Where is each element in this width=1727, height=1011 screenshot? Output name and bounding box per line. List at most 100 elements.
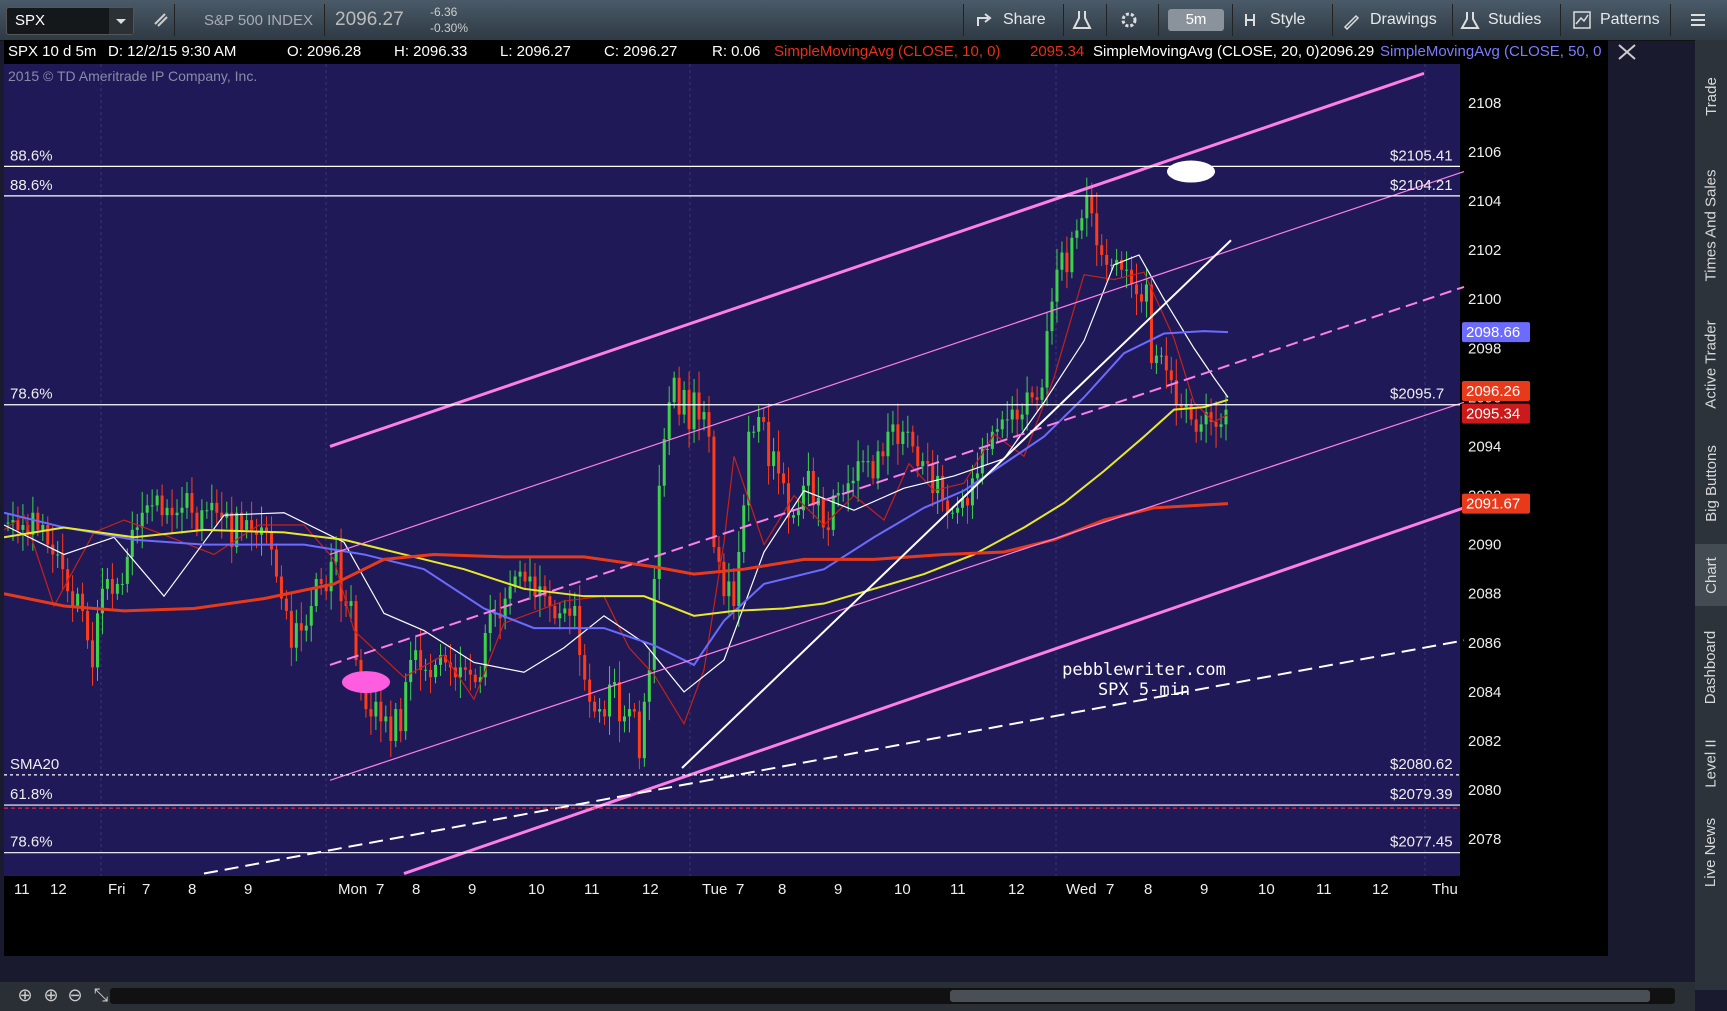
candle-body bbox=[707, 412, 711, 437]
candle-body bbox=[667, 402, 671, 440]
candle-body bbox=[76, 593, 80, 606]
chart-title: SPX 10 d 5m bbox=[8, 43, 97, 60]
candle-body bbox=[384, 716, 388, 722]
tab-dashboard[interactable]: Dashboard bbox=[1695, 612, 1727, 722]
candle-body bbox=[1040, 387, 1044, 400]
tab-level-ii[interactable]: Level II bbox=[1695, 728, 1727, 798]
candle-body bbox=[46, 525, 50, 545]
candle-body bbox=[1149, 284, 1153, 363]
flask-icon[interactable] bbox=[1072, 6, 1092, 34]
candle-body bbox=[975, 473, 979, 479]
watermark-line2: SPX 5-min bbox=[1097, 680, 1191, 700]
candle-body bbox=[404, 682, 408, 732]
candle-body bbox=[1010, 409, 1014, 420]
zoom-out-icon[interactable]: ⊖ bbox=[64, 985, 86, 1007]
candle-body bbox=[767, 421, 771, 467]
candle-body bbox=[1050, 301, 1054, 332]
candle-body bbox=[170, 507, 174, 516]
tab-big-buttons[interactable]: Big Buttons bbox=[1695, 428, 1727, 538]
menu-icon[interactable] bbox=[1688, 6, 1708, 34]
tab-live-news[interactable]: Live News bbox=[1695, 804, 1727, 900]
patterns-icon bbox=[1573, 11, 1591, 29]
drawings-button[interactable]: Drawings bbox=[1342, 6, 1437, 34]
scrollbar-thumb[interactable] bbox=[950, 990, 1650, 1002]
x-tick-label: 12 bbox=[1008, 881, 1025, 898]
candle-body bbox=[1189, 404, 1193, 420]
candle-body bbox=[309, 606, 313, 626]
pan-icon[interactable]: ⤡ bbox=[90, 985, 112, 1007]
zoom-icon[interactable]: ⊕ bbox=[40, 985, 62, 1007]
candle-body bbox=[657, 485, 661, 579]
price-badge-label: 2091.67 bbox=[1466, 496, 1520, 513]
chevron-down-icon[interactable] bbox=[109, 8, 133, 34]
style-button[interactable]: Style bbox=[1242, 6, 1306, 34]
candle-body bbox=[911, 431, 915, 447]
candle-body bbox=[245, 520, 249, 530]
candle-body bbox=[553, 606, 557, 619]
link-icon[interactable] bbox=[150, 6, 172, 34]
candle-body bbox=[389, 716, 393, 741]
candle-body bbox=[1080, 218, 1084, 231]
candle-body bbox=[1095, 213, 1099, 246]
horizontal-scrollbar[interactable] bbox=[110, 988, 1675, 1004]
sma10-label: SimpleMovingAvg (CLOSE, 10, 0) bbox=[774, 43, 1001, 60]
x-tick-label: Mon bbox=[338, 881, 367, 898]
sma50-label: SimpleMovingAvg (CLOSE, 50, 0) bbox=[1380, 43, 1602, 60]
x-tick-label: Thu bbox=[1432, 881, 1458, 898]
tab-active-trader[interactable]: Active Trader bbox=[1695, 306, 1727, 422]
candle-body bbox=[61, 554, 65, 570]
candle-body bbox=[473, 674, 477, 683]
price-chart[interactable]: 2078208020822084208620882090209220942096… bbox=[4, 64, 1608, 956]
price-badge-label: 2096.26 bbox=[1466, 383, 1520, 400]
candle-body bbox=[71, 591, 75, 606]
pencil-icon bbox=[1343, 14, 1360, 30]
studies-button[interactable]: Studies bbox=[1460, 6, 1541, 34]
candle-body bbox=[409, 660, 413, 683]
candle-body bbox=[1105, 255, 1109, 265]
y-tick-label: 2084 bbox=[1468, 684, 1501, 701]
candle-body bbox=[1139, 294, 1143, 302]
candle-body bbox=[289, 610, 293, 648]
candle-body bbox=[568, 608, 572, 616]
patterns-button[interactable]: Patterns bbox=[1572, 6, 1660, 34]
y-tick-label: 2090 bbox=[1468, 537, 1501, 554]
candle-body bbox=[319, 579, 323, 584]
tab-times-and-sales[interactable]: Times And Sales bbox=[1695, 150, 1727, 300]
info-bar: SPX 10 d 5m D: 12/2/15 9:30 AM O: 2096.2… bbox=[4, 40, 1608, 64]
candle-body bbox=[891, 424, 895, 432]
candle-body bbox=[145, 505, 149, 513]
candle-body bbox=[130, 529, 134, 557]
candle-body bbox=[190, 493, 194, 513]
candle-body bbox=[1154, 355, 1158, 363]
candle-body bbox=[110, 579, 114, 594]
candle-body bbox=[165, 507, 169, 516]
candle-body bbox=[1085, 196, 1089, 219]
candle-body bbox=[896, 424, 900, 444]
candle-body bbox=[6, 522, 10, 524]
share-button[interactable]: Share bbox=[975, 6, 1046, 34]
candle-body bbox=[240, 512, 244, 530]
candle-body bbox=[1224, 409, 1228, 425]
y-tick-label: 2086 bbox=[1468, 635, 1501, 652]
x-tick-label: 9 bbox=[468, 881, 476, 898]
candle-body bbox=[1065, 252, 1069, 273]
candle-body bbox=[622, 716, 626, 722]
price-badge-label: 2095.34 bbox=[1466, 406, 1520, 423]
candle-body bbox=[374, 701, 378, 717]
timeframe-button[interactable]: 5m bbox=[1168, 9, 1224, 31]
candle-body bbox=[1045, 331, 1049, 388]
level-right-label: $2080.62 bbox=[1390, 756, 1453, 773]
collapse-icon[interactable] bbox=[1616, 42, 1638, 67]
candle-body bbox=[782, 473, 786, 484]
tab-chart[interactable]: Chart bbox=[1695, 544, 1727, 606]
gear-icon[interactable] bbox=[1118, 6, 1140, 34]
chart-area[interactable]: 2078208020822084208620882090209220942096… bbox=[4, 64, 1608, 956]
y-tick-label: 2100 bbox=[1468, 291, 1501, 308]
candle-body bbox=[598, 709, 602, 712]
zoom-in-icon[interactable]: ⊕ bbox=[14, 985, 36, 1007]
x-tick-label: Tue bbox=[702, 881, 727, 898]
y-tick-label: 2078 bbox=[1468, 831, 1501, 848]
symbol-selector[interactable]: SPX bbox=[6, 7, 134, 35]
tab-trade[interactable]: Trade bbox=[1695, 48, 1727, 144]
candle-body bbox=[871, 461, 875, 479]
